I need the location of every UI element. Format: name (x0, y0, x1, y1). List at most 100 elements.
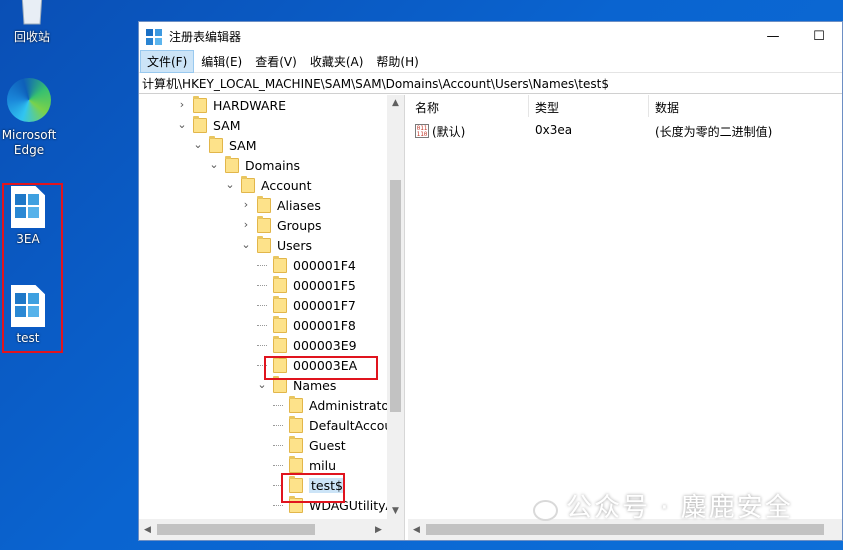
folder-icon (193, 95, 207, 113)
tree-node-users[interactable]: ⌄ Users (241, 235, 312, 255)
folder-icon (273, 295, 287, 313)
tree-horizontal-scrollbar[interactable]: ◀ ▶ (139, 519, 387, 540)
tree-node-label: Administrator (309, 397, 395, 413)
column-divider[interactable] (648, 95, 649, 117)
wechat-watermark: 公众号 · 麋鹿安全 (520, 487, 793, 523)
folder-icon (289, 415, 303, 433)
tree-node-administrator[interactable]: Administrator (273, 395, 394, 415)
tree-connector (273, 444, 283, 446)
expand-chevron-icon[interactable]: › (177, 99, 187, 110)
tree-node-guest[interactable]: Guest (273, 435, 346, 455)
wechat-icon (520, 491, 558, 521)
folder-icon (193, 115, 207, 133)
highlight-box-test (281, 473, 345, 503)
menu-view[interactable]: 查看(V) (249, 51, 303, 72)
tree-node-account[interactable]: ⌄ Account (225, 175, 311, 195)
folder-icon (273, 255, 287, 273)
tree-node-000001f7[interactable]: 000001F7 (257, 295, 356, 315)
collapse-chevron-icon[interactable]: ⌄ (241, 239, 251, 250)
column-header-type[interactable]: 类型 (535, 99, 559, 116)
address-bar[interactable]: 计算机\HKEY_LOCAL_MACHINE\SAM\SAM\Domains\A… (139, 72, 842, 94)
tree-node-000001f5[interactable]: 000001F5 (257, 275, 356, 295)
collapse-chevron-icon[interactable]: ⌄ (257, 379, 267, 390)
minimize-button[interactable]: — (750, 22, 796, 51)
tree-node-defaultaccount[interactable]: DefaultAccou (273, 415, 392, 435)
tree-node-000001f8[interactable]: 000001F8 (257, 315, 356, 335)
scroll-left-icon[interactable]: ◀ (139, 519, 156, 540)
recycle-bin-shortcut[interactable]: 回收站 (0, 0, 64, 45)
menu-favorites[interactable]: 收藏夹(A) (304, 51, 370, 72)
tree-connector (273, 424, 283, 426)
tree-node-label: 000003E9 (293, 337, 357, 353)
scrollbar-corner (387, 519, 404, 540)
scroll-up-icon[interactable]: ▲ (387, 95, 404, 111)
tree-node-label: SAM (229, 137, 257, 153)
column-divider[interactable] (528, 95, 529, 117)
tree-node-label: Aliases (277, 197, 321, 213)
tree-node-sam-sam[interactable]: ⌄ SAM (193, 135, 257, 155)
edge-icon (7, 78, 51, 122)
tree-node-000001f4[interactable]: 000001F4 (257, 255, 356, 275)
column-header-data[interactable]: 数据 (655, 99, 679, 116)
recycle-bin-label: 回收站 (13, 30, 50, 44)
binary-value-icon: 011 110 (415, 124, 429, 138)
tree-vertical-scrollbar[interactable]: ▲ ▼ (387, 95, 404, 519)
tree-node-label: milu (309, 457, 337, 473)
tree-node-hardware[interactable]: › HARDWARE (177, 95, 286, 115)
column-header-name[interactable]: 名称 (415, 99, 439, 116)
tree-node-label: 000001F8 (293, 317, 356, 333)
value-name: (默认) (432, 125, 466, 139)
tree-node-domains[interactable]: ⌄ Domains (209, 155, 300, 175)
menu-edit[interactable]: 编辑(E) (195, 51, 248, 72)
value-row[interactable]: 011 110 (默认) 0x3ea (长度为零的二进制值) (408, 121, 842, 141)
recycle-bin-icon (21, 0, 43, 25)
folder-icon (289, 435, 303, 453)
scroll-right-icon[interactable]: ▶ (370, 519, 387, 540)
folder-icon (273, 315, 287, 333)
maximize-button[interactable]: ☐ (796, 22, 842, 51)
tree-node-label: SAM (213, 117, 241, 133)
tree-node-milu[interactable]: milu (273, 455, 336, 475)
expand-chevron-icon[interactable]: › (241, 219, 251, 230)
folder-icon (273, 275, 287, 293)
tree-node-sam[interactable]: ⌄ SAM (177, 115, 241, 135)
folder-icon (289, 455, 303, 473)
folder-icon (257, 195, 271, 213)
tree-node-label: Guest (309, 437, 346, 453)
tree-node-groups[interactable]: › Groups (241, 215, 322, 235)
values-pane[interactable]: 名称 类型 数据 011 110 (默认) 0x3ea (长度为零的二进制值) ◀ (408, 95, 842, 540)
expand-chevron-icon[interactable]: › (241, 199, 251, 210)
key-tree-pane[interactable]: › HARDWARE ⌄ SAM ⌄ SAM ⌄ Domains ⌄ Accou… (139, 95, 405, 540)
tree-connector (273, 504, 283, 506)
folder-icon (225, 155, 239, 173)
tree-connector (273, 464, 283, 466)
collapse-chevron-icon[interactable]: ⌄ (193, 139, 203, 150)
highlight-box-000003ea (264, 356, 378, 380)
tree-vscroll-thumb[interactable] (390, 180, 401, 412)
tree-connector (257, 344, 267, 346)
edge-shortcut[interactable]: Microsoft Edge (0, 78, 61, 158)
tree-connector (257, 264, 267, 266)
tree-node-label: HARDWARE (213, 97, 287, 113)
scroll-left-icon[interactable]: ◀ (408, 519, 425, 540)
window-title: 注册表编辑器 (169, 30, 242, 44)
menu-file[interactable]: 文件(F) (140, 50, 195, 73)
tree-node-aliases[interactable]: › Aliases (241, 195, 321, 215)
values-hscroll-thumb[interactable] (426, 524, 824, 535)
collapse-chevron-icon[interactable]: ⌄ (177, 119, 187, 130)
folder-icon (257, 235, 271, 253)
tree-connector (257, 304, 267, 306)
regedit-app-icon (146, 28, 162, 45)
column-headers: 名称 类型 数据 (408, 95, 842, 117)
title-bar[interactable]: 注册表编辑器 — ☐ (139, 22, 842, 51)
menu-help[interactable]: 帮助(H) (370, 51, 424, 72)
collapse-chevron-icon[interactable]: ⌄ (225, 179, 235, 190)
folder-icon (257, 215, 271, 233)
scroll-down-icon[interactable]: ▼ (387, 503, 404, 519)
highlight-box-desktop-files (2, 183, 63, 353)
folder-icon (209, 135, 223, 153)
tree-node-000003e9[interactable]: 000003E9 (257, 335, 357, 355)
collapse-chevron-icon[interactable]: ⌄ (209, 159, 219, 170)
tree-hscroll-thumb[interactable] (157, 524, 315, 535)
folder-icon (289, 395, 303, 413)
